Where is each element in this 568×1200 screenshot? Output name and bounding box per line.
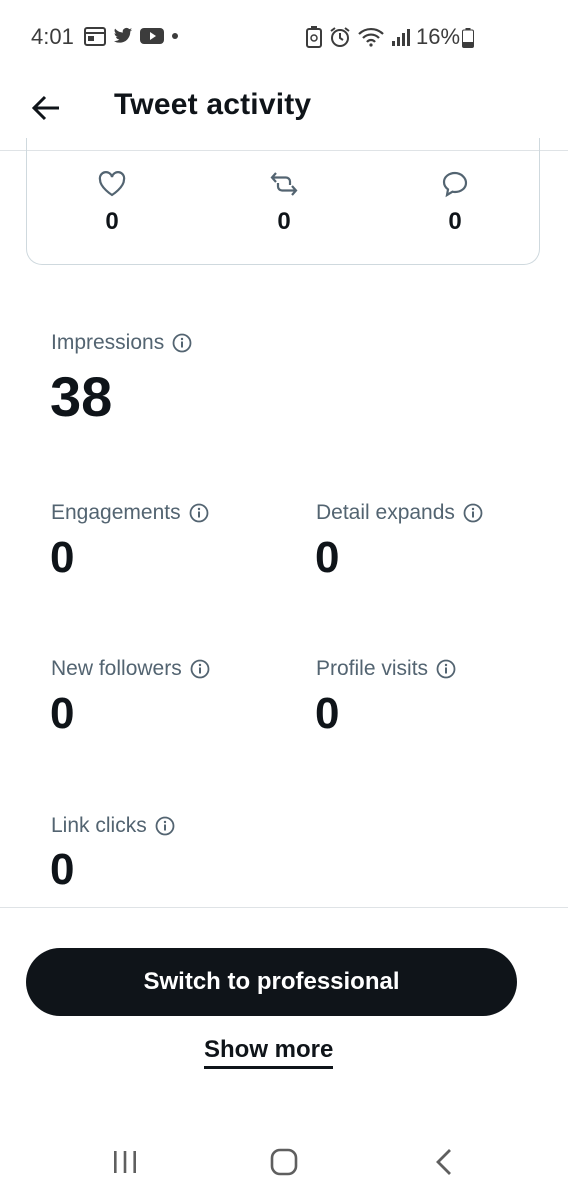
status-time: 4:01: [31, 24, 74, 49]
profile-visits-label-row: Profile visits: [316, 657, 456, 681]
info-icon[interactable]: [436, 659, 456, 679]
impressions-label-row: Impressions: [51, 331, 192, 355]
engagements-value: 0: [50, 533, 75, 582]
more-notifications-dot-icon: [172, 33, 178, 39]
signal-icon: [392, 29, 410, 46]
engagements-label: Engagements: [51, 501, 181, 524]
info-icon[interactable]: [155, 816, 175, 836]
retweets-stat: 0: [234, 168, 334, 236]
retweet-icon: [270, 172, 298, 196]
retweets-count: 0: [277, 208, 291, 235]
status-system-icons: [306, 26, 411, 48]
new-followers-label-row: New followers: [51, 657, 210, 681]
info-icon[interactable]: [189, 503, 209, 523]
twitter-bird-icon: [113, 27, 133, 43]
profile-visits-value: 0: [315, 689, 340, 738]
divider: [0, 907, 568, 908]
home-icon[interactable]: [270, 1148, 298, 1176]
heart-icon: [98, 171, 126, 197]
info-icon[interactable]: [172, 333, 192, 353]
alarm-icon: [330, 27, 350, 47]
impressions-value: 38: [50, 365, 113, 428]
recycle-battery-saver-icon: [306, 26, 322, 48]
profile-visits-label: Profile visits: [316, 657, 429, 680]
detail-expands-label-row: Detail expands: [316, 501, 483, 525]
recent-apps-icon[interactable]: [112, 1150, 138, 1174]
likes-count: 0: [105, 208, 119, 235]
link-clicks-label-row: Link clicks: [51, 814, 175, 838]
new-followers-label: New followers: [51, 657, 182, 680]
link-clicks-label: Link clicks: [51, 814, 147, 837]
switch-to-professional-button[interactable]: Switch to professional: [26, 948, 517, 1016]
detail-expands-label: Detail expands: [316, 501, 455, 524]
youtube-icon: [140, 28, 164, 44]
reply-bubble-icon: [442, 171, 468, 198]
info-icon[interactable]: [190, 659, 210, 679]
replies-count: 0: [448, 208, 462, 235]
link-clicks-value: 0: [50, 845, 75, 894]
engagements-label-row: Engagements: [51, 501, 209, 525]
status-notification-icons: [84, 26, 180, 46]
calendar-icon: [84, 27, 106, 46]
battery-percentage: 16%: [416, 24, 461, 49]
replies-stat: 0: [405, 168, 505, 236]
impressions-label: Impressions: [51, 331, 165, 354]
system-back-icon[interactable]: [434, 1148, 454, 1176]
page-title: Tweet activity: [114, 88, 312, 121]
detail-expands-value: 0: [315, 533, 340, 582]
show-more-link[interactable]: Show more: [204, 1036, 334, 1069]
likes-stat: 0: [62, 168, 162, 236]
new-followers-value: 0: [50, 689, 75, 738]
info-icon[interactable]: [463, 503, 483, 523]
battery-icon: [462, 28, 474, 48]
back-arrow-icon: [31, 95, 59, 121]
wifi-icon: [358, 27, 384, 47]
back-button[interactable]: [26, 88, 66, 128]
